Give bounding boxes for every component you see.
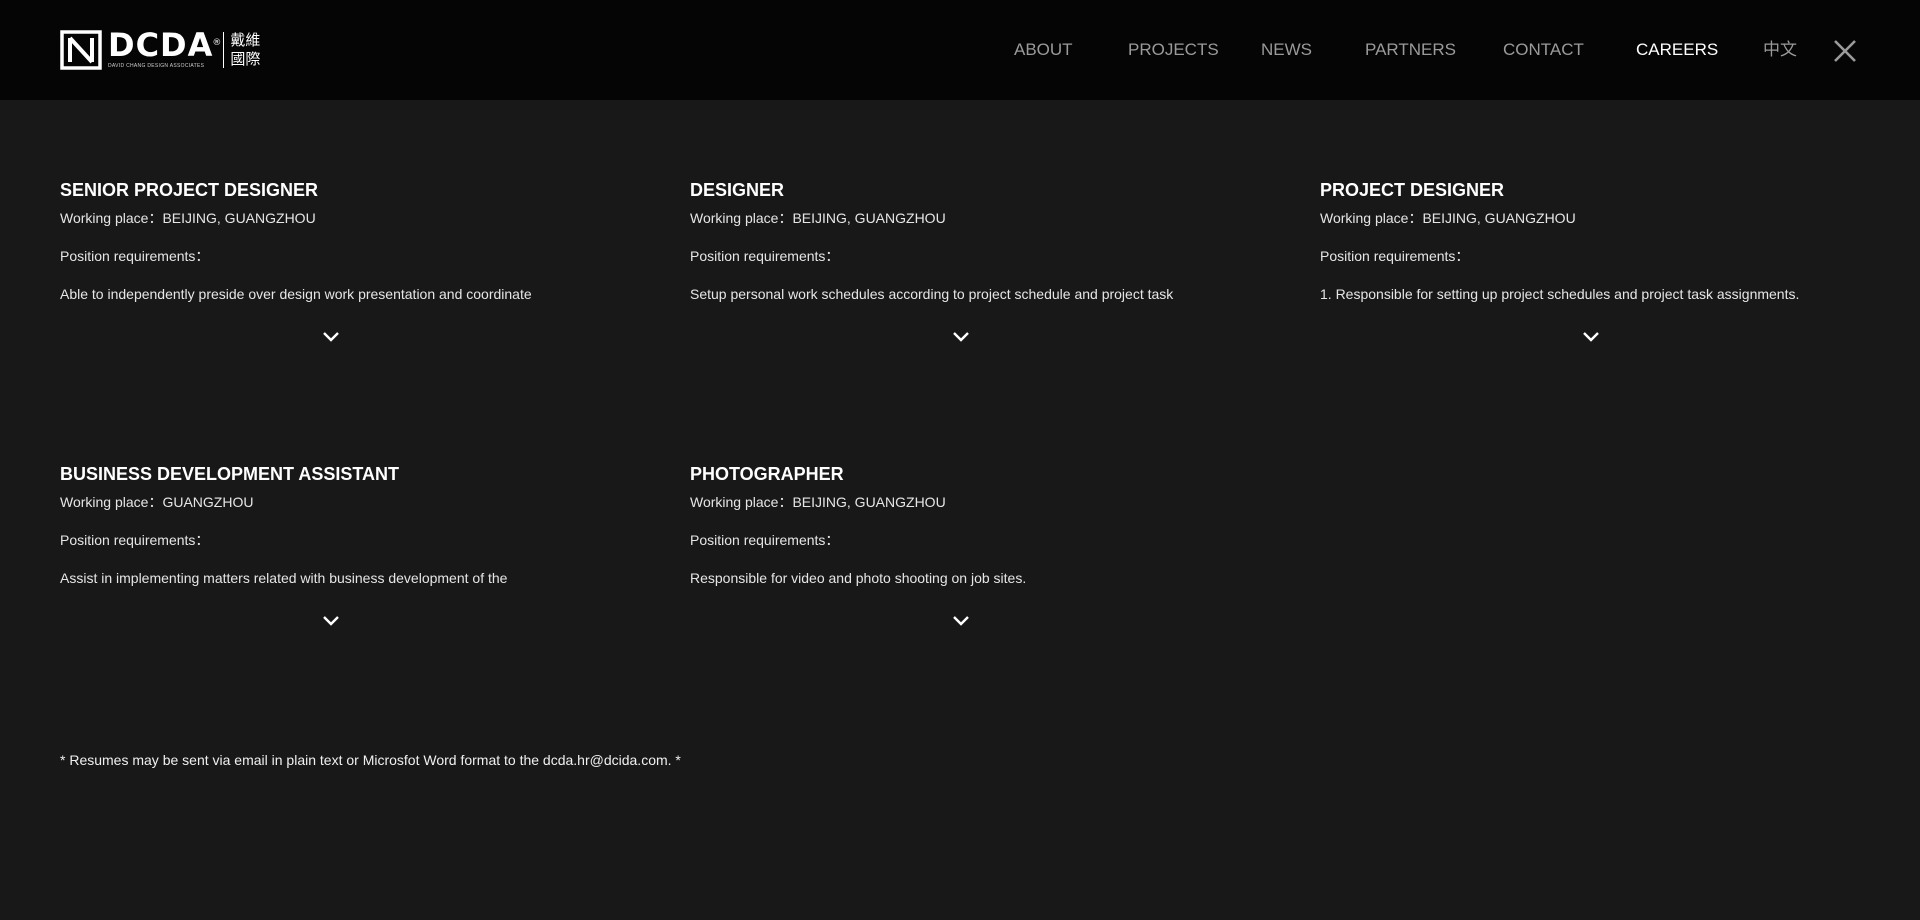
chevron-down-icon[interactable] (952, 615, 970, 627)
job-requirements-label: Position requirements： (60, 532, 210, 548)
job-requirements-text: 1. Responsible for setting up project sc… (1320, 286, 1800, 302)
job-requirements-label: Position requirements： (1320, 248, 1470, 264)
nav-contact[interactable]: CONTACT (1503, 38, 1584, 62)
chevron-down-icon[interactable] (952, 331, 970, 343)
nav-about[interactable]: ABOUT (1014, 38, 1073, 62)
job-title: DESIGNER (690, 180, 785, 200)
nav-partners[interactable]: PARTNERS (1365, 38, 1456, 62)
job-working-place: Working place：BEIJING, GUANGZHOU (60, 210, 316, 226)
site-header: DCDA ® DAVID CHANG DESIGN ASSOCIATES 戴維 … (0, 0, 1920, 100)
job-working-place: Working place：BEIJING, GUANGZHOU (690, 494, 946, 510)
close-icon[interactable] (1832, 38, 1858, 64)
job-card-project-designer: PROJECT DESIGNER Working place：BEIJING, … (1320, 179, 1880, 369)
job-title: SENIOR PROJECT DESIGNER (60, 180, 319, 200)
nav-language-chinese[interactable]: 中文 (1763, 38, 1797, 62)
job-card-photographer: PHOTOGRAPHER Working place：BEIJING, GUAN… (690, 463, 1250, 653)
job-card-senior-project-designer: SENIOR PROJECT DESIGNER Working place：BE… (60, 179, 620, 369)
job-working-place: Working place：BEIJING, GUANGZHOU (1320, 210, 1576, 226)
main-nav: ABOUT PROJECTS NEWS PARTNERS CONTACT CAR… (0, 0, 1920, 100)
job-title: BUSINESS DEVELOPMENT ASSISTANT (60, 464, 400, 484)
job-working-place: Working place：BEIJING, GUANGZHOU (690, 210, 946, 226)
job-requirements-text: Assist in implementing matters related w… (60, 570, 508, 586)
job-requirements-label: Position requirements： (60, 248, 210, 264)
nav-careers[interactable]: CAREERS (1636, 38, 1718, 62)
nav-news[interactable]: NEWS (1261, 38, 1312, 62)
job-card-designer: DESIGNER Working place：BEIJING, GUANGZHO… (690, 179, 1250, 369)
job-requirements-label: Position requirements： (690, 248, 840, 264)
resume-note: * Resumes may be sent via email in plain… (60, 752, 681, 768)
job-title: PROJECT DESIGNER (1320, 180, 1505, 200)
job-requirements-label: Position requirements： (690, 532, 840, 548)
job-title: PHOTOGRAPHER (690, 464, 844, 484)
job-requirements-text: Responsible for video and photo shooting… (690, 570, 1027, 586)
job-requirements-text: Able to independently preside over desig… (60, 286, 532, 302)
chevron-down-icon[interactable] (322, 331, 340, 343)
chevron-down-icon[interactable] (322, 615, 340, 627)
nav-projects[interactable]: PROJECTS (1128, 38, 1219, 62)
chevron-down-icon[interactable] (1582, 331, 1600, 343)
job-requirements-text: Setup personal work schedules according … (690, 286, 1174, 302)
job-card-business-development-assistant: BUSINESS DEVELOPMENT ASSISTANT Working p… (60, 463, 620, 653)
job-working-place: Working place：GUANGZHOU (60, 494, 254, 510)
